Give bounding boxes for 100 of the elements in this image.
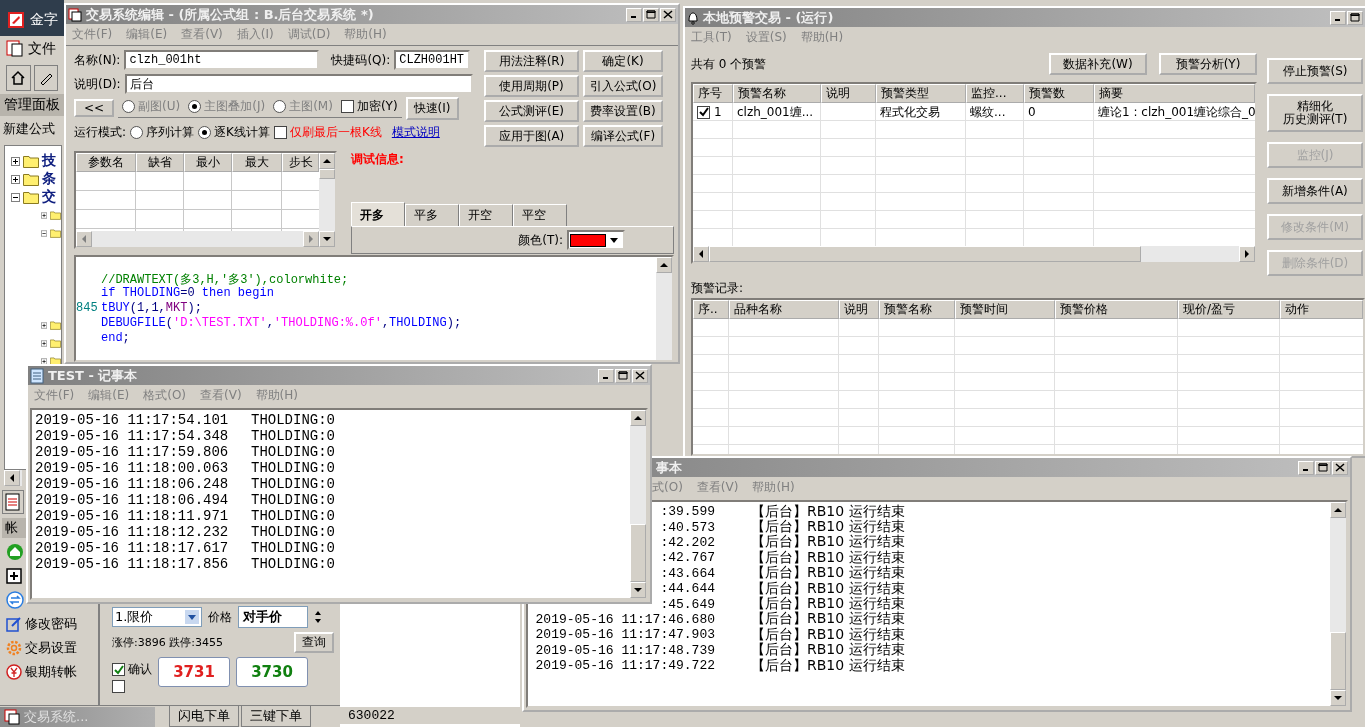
scrollbar-thumb[interactable]	[709, 246, 1141, 262]
scroll-up-button[interactable]	[656, 257, 672, 273]
expander-icon[interactable]	[11, 192, 20, 202]
editor-button[interactable]: 用法注释(R)	[484, 50, 579, 72]
column-header[interactable]: 缺省	[136, 153, 184, 172]
editor-button[interactable]: 费率设置(B)	[583, 100, 663, 122]
checkbox[interactable]	[697, 105, 710, 119]
checkbox[interactable]	[340, 100, 354, 113]
toolbar-button[interactable]: 数据补充(W)	[1049, 53, 1147, 75]
side-button[interactable]: 精细化 历史测评(T)	[1267, 94, 1363, 132]
plus-icon[interactable]	[6, 567, 22, 584]
radio-button[interactable]	[188, 100, 202, 113]
scroll-down-button[interactable]	[319, 231, 335, 247]
tree-item[interactable]: 交	[42, 188, 56, 206]
column-header[interactable]: 现价/盈亏	[1178, 300, 1280, 319]
column-header[interactable]: 最小	[184, 153, 232, 172]
expander-icon[interactable]	[41, 320, 48, 330]
expander-icon[interactable]	[11, 156, 20, 166]
text-area[interactable]	[30, 408, 648, 600]
editor-button[interactable]: 确定(K)	[583, 50, 663, 72]
column-header[interactable]: 步长	[282, 153, 319, 172]
column-header[interactable]: 预警时间	[955, 300, 1055, 319]
column-header[interactable]: 预警数	[1024, 84, 1094, 103]
description-field[interactable]: 后台	[124, 74, 473, 94]
scroll-up-button[interactable]	[1330, 502, 1346, 518]
column-header[interactable]: 动作	[1280, 300, 1363, 319]
tree-item[interactable]: 技	[42, 152, 56, 170]
vertical-scrollbar[interactable]	[656, 257, 672, 360]
close-button[interactable]	[1332, 460, 1348, 475]
column-header[interactable]: 预警价格	[1055, 300, 1178, 319]
column-header[interactable]: 监控...	[966, 84, 1024, 103]
scroll-left-button[interactable]	[693, 246, 709, 262]
maximize-button[interactable]	[615, 368, 631, 383]
checkbox[interactable]	[112, 663, 125, 676]
column-header[interactable]: 参数名	[76, 153, 136, 172]
order-tab[interactable]: 三键下单	[241, 706, 311, 727]
radio-button[interactable]	[122, 100, 136, 113]
scroll-down-button[interactable]	[1330, 690, 1346, 706]
price-field[interactable]: 对手价	[238, 606, 308, 628]
buy-price-button[interactable]: 3731	[158, 657, 230, 687]
signal-tab[interactable]: 平多	[405, 204, 459, 226]
new-formula-tab[interactable]: 新建公式	[0, 116, 64, 142]
editor-button[interactable]: 公式测评(E)	[484, 100, 579, 122]
query-button[interactable]: 查询	[294, 632, 334, 653]
transfer-icon[interactable]	[6, 590, 24, 609]
column-header[interactable]: 品种名称	[729, 300, 839, 319]
spinner-arrows-icon[interactable]	[314, 609, 322, 625]
order-tab[interactable]: 闪电下单	[169, 706, 239, 727]
radio-button[interactable]	[198, 125, 212, 139]
side-button[interactable]: 新增条件(A)	[1267, 178, 1363, 204]
house-icon[interactable]	[6, 542, 24, 561]
scrollbar-thumb[interactable]	[319, 169, 335, 179]
maximize-button[interactable]	[643, 7, 659, 22]
account-action[interactable]: 交易设置	[25, 638, 77, 657]
signal-tab[interactable]: 开多	[351, 202, 405, 226]
shortcut-field[interactable]: CLZH001HT	[394, 50, 471, 70]
minimize-button[interactable]	[1330, 10, 1346, 25]
menu-item[interactable]: 文件	[28, 40, 56, 58]
tree-item[interactable]: 条	[42, 170, 56, 188]
code-editor[interactable]: //DRAWTEXT(多3,H,'多3'),colorwhite; if THOLDING=0 then begin 845 tBUY(1,1,MKT); DEBUGFILE('D:\TEST.TXT','THOLDING:%.0f',THOLDING); end;	[74, 255, 674, 362]
scroll-down-button[interactable]	[630, 582, 646, 598]
maximize-button[interactable]	[1315, 460, 1331, 475]
editor-button[interactable]: 使用周期(P)	[484, 75, 579, 97]
side-button[interactable]: 停止预警(S)	[1267, 58, 1363, 84]
column-header[interactable]: 最大	[232, 153, 282, 172]
scroll-right-button[interactable]	[1239, 246, 1255, 262]
collapse-button[interactable]: <<	[74, 99, 115, 117]
scrollbar-thumb[interactable]	[1330, 632, 1346, 690]
account-action[interactable]: 银期转帐	[25, 662, 77, 681]
horizontal-scrollbar[interactable]	[693, 246, 1255, 262]
checkbox[interactable]	[273, 125, 287, 139]
column-header[interactable]: 说明	[821, 84, 876, 103]
minimize-button[interactable]	[1298, 460, 1314, 475]
scroll-up-button[interactable]	[319, 153, 335, 169]
report-button[interactable]	[2, 490, 24, 514]
minimize-button[interactable]	[598, 368, 614, 383]
editor-button[interactable]: 应用于图(A)	[484, 125, 579, 147]
name-field[interactable]: clzh_001ht	[124, 50, 320, 70]
color-picker[interactable]	[567, 230, 625, 250]
edit-button[interactable]	[33, 65, 58, 91]
signal-tab[interactable]: 开空	[459, 204, 513, 226]
minimize-button[interactable]	[626, 7, 642, 22]
scrollbar-thumb[interactable]	[630, 524, 646, 582]
maximize-button[interactable]	[1347, 10, 1363, 25]
signal-tab[interactable]: 平空	[513, 204, 567, 226]
sell-price-button[interactable]: 3730	[236, 657, 308, 687]
editor-button[interactable]: 编译公式(F)	[583, 125, 663, 147]
mode-help-link[interactable]: 模式说明	[391, 123, 440, 141]
column-header[interactable]: 序..	[693, 300, 729, 319]
text-area[interactable]	[526, 500, 1348, 708]
fast-button[interactable]: 快速(I)	[405, 96, 459, 120]
expander-icon[interactable]	[11, 174, 20, 184]
close-button[interactable]	[660, 7, 676, 22]
checkbox[interactable]	[112, 680, 125, 693]
account-action[interactable]: 修改密码	[25, 614, 77, 633]
vertical-scrollbar[interactable]	[319, 153, 335, 247]
column-header[interactable]: 序号	[693, 84, 733, 103]
toolbar-button[interactable]: 预警分析(Y)	[1159, 53, 1257, 75]
close-button[interactable]	[632, 368, 648, 383]
vertical-scrollbar[interactable]	[1330, 502, 1346, 706]
